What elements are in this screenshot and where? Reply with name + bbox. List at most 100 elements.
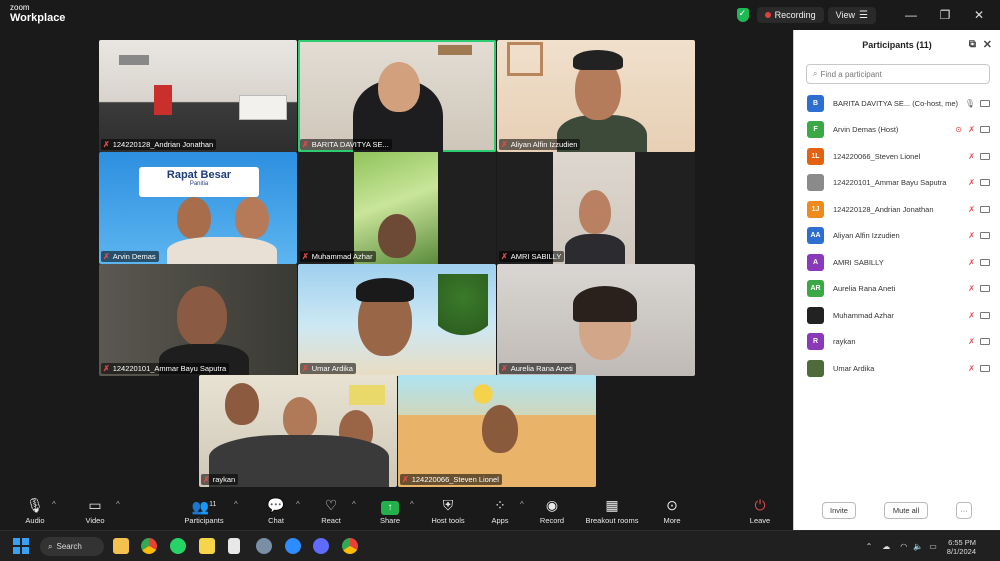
muted-mic-icon: ✗ <box>501 140 508 149</box>
video-tile[interactable]: ✗ Aurelia Rana Aneti <box>497 264 695 376</box>
panel-title: Participants (11) <box>862 40 932 50</box>
participant-row[interactable]: 124220101_Ammar Bayu Saputra ✗ <box>794 170 1000 197</box>
camera-icon[interactable] <box>980 311 990 319</box>
tile-name-label: ✗ Muhammad Azhar <box>300 251 376 262</box>
muted-mic-icon: ✗ <box>501 252 508 261</box>
leave-button[interactable]: ⏻ Leave <box>725 496 795 525</box>
muted-mic-icon[interactable]: ✗ <box>968 125 975 134</box>
participants-chevron-icon[interactable]: ^ <box>234 500 238 509</box>
maximize-button[interactable]: ❐ <box>928 8 962 22</box>
muted-mic-icon[interactable]: ✗ <box>968 337 975 346</box>
camera-icon[interactable] <box>980 258 990 266</box>
participant-row[interactable]: 1J 124220128_Andrian Jonathan ✗ <box>794 196 1000 223</box>
tile-name-label: ✗ 124220128_Andrian Jonathan <box>101 139 217 150</box>
search-icon: ⌕ <box>48 541 53 551</box>
recording-dot-icon <box>764 12 771 18</box>
video-tile[interactable]: Rapat Besar Panitia ✗ Arvin Demas <box>99 152 297 264</box>
avatar: R <box>807 333 824 351</box>
participant-row[interactable]: B BARITA DAVITYA SE... (Co-host, me) 🎙 <box>794 90 1000 117</box>
participant-row[interactable]: Rraykan ✗ <box>794 329 1000 356</box>
clock[interactable]: 6:55 PM 8/1/2024 <box>947 538 976 556</box>
more-button[interactable]: ⊙ More <box>637 496 707 525</box>
avatar: B <box>807 94 824 112</box>
banner-title: Rapat Besar <box>166 169 232 181</box>
view-label: View <box>835 10 856 20</box>
camera-icon[interactable] <box>980 126 990 134</box>
sticky-notes-icon[interactable] <box>199 538 215 554</box>
unmuted-mic-icon[interactable]: 🎙 <box>965 99 975 108</box>
video-tile[interactable]: ✗ raykan <box>199 375 397 487</box>
camera-icon[interactable] <box>980 338 990 346</box>
participant-row[interactable]: A AMRI SABILLY ✗ <box>794 249 1000 276</box>
participants-button[interactable]: 👥11 Participants <box>169 496 239 525</box>
video-tile[interactable]: ✗ AMRI SABILLY <box>497 152 695 264</box>
wifi-icon[interactable]: ◠ <box>900 542 907 551</box>
camera-icon[interactable] <box>980 285 990 293</box>
more-options-button[interactable]: ··· <box>956 502 972 519</box>
camera-icon[interactable] <box>980 232 990 240</box>
muted-mic-icon[interactable]: ✗ <box>968 205 975 214</box>
video-tile[interactable]: ✗ Umar Ardika <box>298 264 496 376</box>
messenger-icon[interactable] <box>313 538 329 554</box>
chrome-profile-icon[interactable] <box>342 538 358 554</box>
settings-icon[interactable] <box>256 538 272 554</box>
file-explorer-icon[interactable] <box>113 538 129 554</box>
minimize-button[interactable]: — <box>894 8 928 22</box>
onedrive-icon[interactable]: ☁ <box>882 542 890 551</box>
participant-row[interactable]: AR Aurelia Rana Aneti ✗ <box>794 276 1000 303</box>
avatar <box>807 359 824 377</box>
invite-button[interactable]: Invite <box>822 502 856 519</box>
pop-out-icon[interactable]: ⧉ <box>969 39 976 50</box>
camera-icon[interactable] <box>980 152 990 160</box>
recording-indicator[interactable]: Recording <box>756 7 824 23</box>
muted-mic-icon[interactable]: ✗ <box>968 258 975 267</box>
mute-all-button[interactable]: Mute all <box>884 502 928 519</box>
document-icon[interactable] <box>228 538 240 554</box>
participant-row[interactable]: F Arvin Demas (Host) ⊙ ✗ <box>794 117 1000 144</box>
zoom-icon[interactable] <box>285 538 301 554</box>
camera-icon[interactable] <box>980 99 990 107</box>
windows-taskbar: ⌕ Search ⌃ ☁ ◠ 🔈 ▭ 6:55 PM 8/1/2024 <box>0 530 1000 561</box>
muted-mic-icon[interactable]: ✗ <box>968 284 975 293</box>
camera-icon[interactable] <box>980 205 990 213</box>
share-screen-icon: ↑ <box>381 501 399 515</box>
close-window-button[interactable]: ✕ <box>962 8 996 22</box>
view-button[interactable]: View ☰ <box>827 6 876 24</box>
windows-start-icon[interactable] <box>13 538 29 554</box>
tile-name-label: ✗ BARITA DAVITYA SE... <box>300 139 392 150</box>
recording-status-icon: ⊙ <box>955 125 962 135</box>
battery-icon[interactable]: ▭ <box>929 542 937 551</box>
video-options-chevron-icon[interactable]: ^ <box>116 500 120 509</box>
video-tile-active-speaker[interactable]: ✗ BARITA DAVITYA SE... <box>298 40 496 152</box>
video-tile[interactable]: ✗ 124220128_Andrian Jonathan <box>99 40 297 152</box>
camera-icon[interactable] <box>980 364 990 372</box>
muted-mic-icon[interactable]: ✗ <box>968 178 975 187</box>
participant-search[interactable]: ⌕ <box>806 64 990 84</box>
video-tile[interactable]: ✗ 124220066_Steven Lionel <box>398 375 596 487</box>
encryption-shield-icon[interactable] <box>736 8 749 22</box>
participant-row[interactable]: Muhammad Azhar ✗ <box>794 302 1000 329</box>
brand-top: zoom <box>10 3 30 12</box>
participant-row[interactable]: AA Aliyan Alfin Izzudien ✗ <box>794 223 1000 250</box>
search-input[interactable] <box>820 69 971 79</box>
chevron-up-icon[interactable]: ⌃ <box>866 542 873 551</box>
title-bar: zoom Workplace Recording View ☰ — ❐ ✕ <box>0 0 1000 30</box>
participant-row[interactable]: Umar Ardika ✗ <box>794 355 1000 382</box>
muted-mic-icon[interactable]: ✗ <box>968 364 975 373</box>
close-panel-icon[interactable]: ✕ <box>983 38 992 51</box>
muted-mic-icon[interactable]: ✗ <box>968 231 975 240</box>
taskbar-search[interactable]: ⌕ Search <box>40 537 104 556</box>
whatsapp-icon[interactable] <box>170 538 186 554</box>
audio-options-chevron-icon[interactable]: ^ <box>52 500 56 509</box>
speaker-icon[interactable]: 🔈 <box>913 542 923 551</box>
chrome-icon[interactable] <box>141 538 157 554</box>
muted-mic-icon[interactable]: ✗ <box>968 152 975 161</box>
camera-icon[interactable] <box>980 179 990 187</box>
video-tile[interactable]: ✗ 124220101_Ammar Bayu Saputra <box>99 264 297 376</box>
muted-mic-icon[interactable]: ✗ <box>968 311 975 320</box>
video-tile[interactable]: ✗ Aliyan Alfin Izzudien <box>497 40 695 152</box>
participant-row[interactable]: 1L 124220066_Steven Lionel ✗ <box>794 143 1000 170</box>
muted-mic-icon: ✗ <box>203 475 210 484</box>
video-tile[interactable]: ✗ Muhammad Azhar <box>298 152 496 264</box>
banner-subtitle: Panitia <box>189 181 209 187</box>
